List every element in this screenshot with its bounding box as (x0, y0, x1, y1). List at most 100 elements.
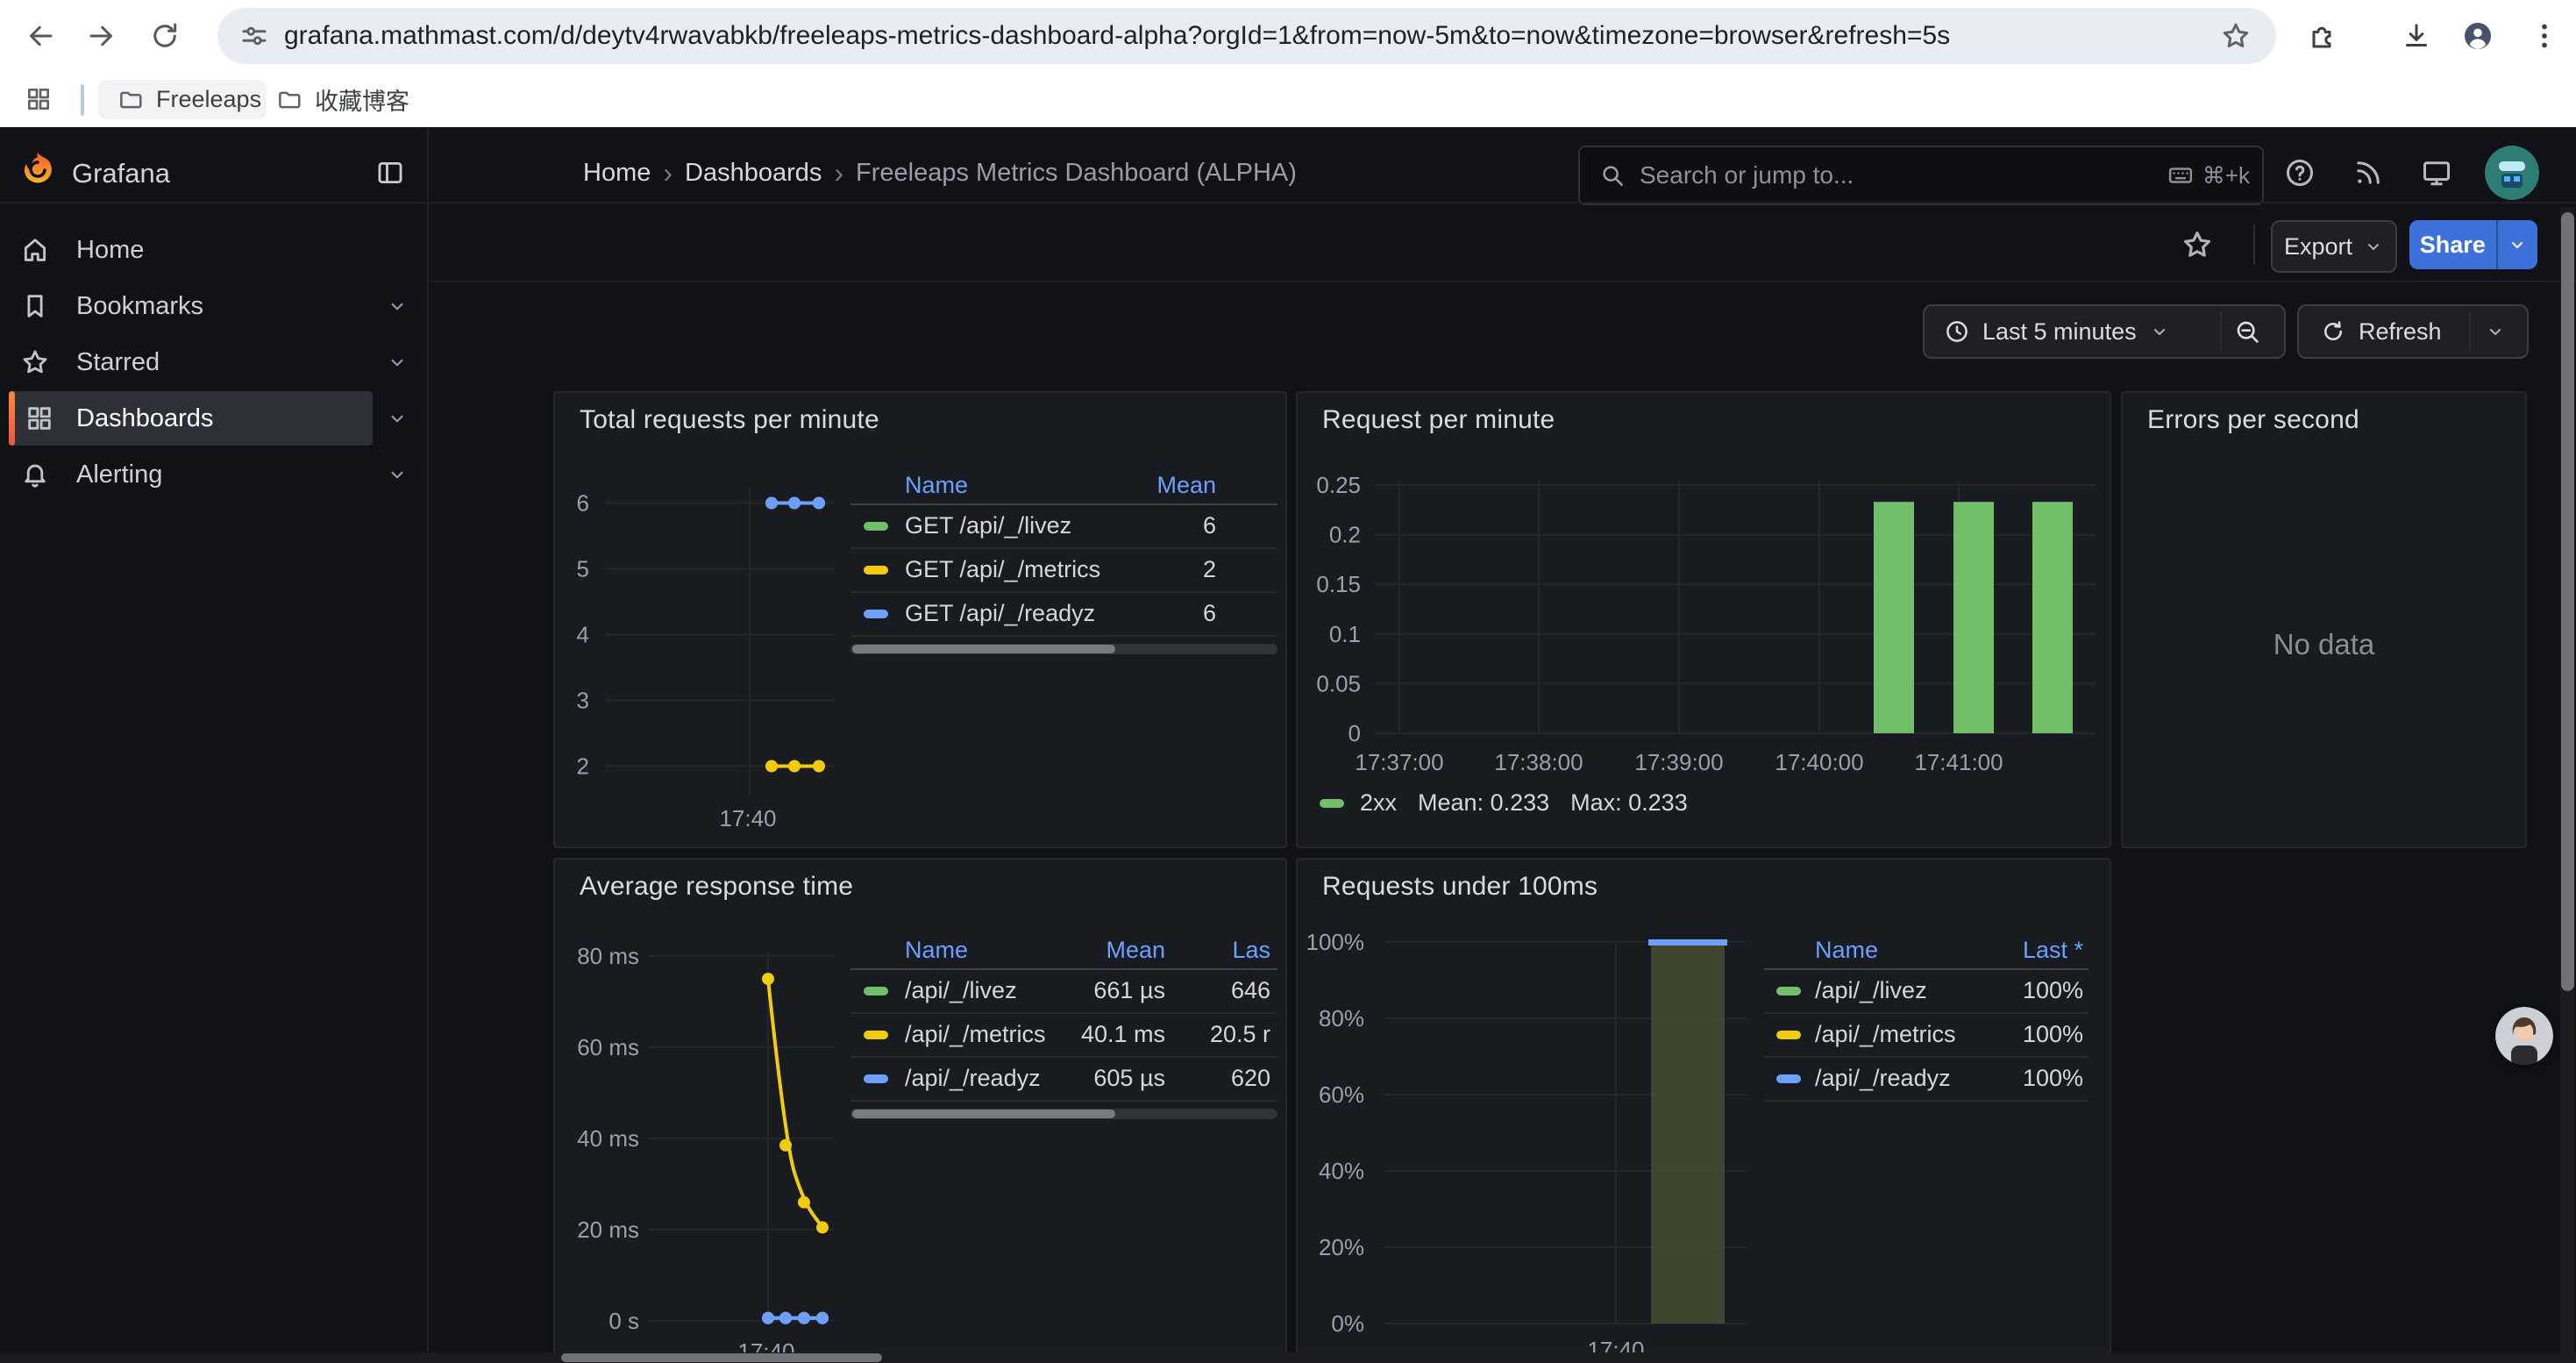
export-button[interactable]: Export (2271, 220, 2397, 273)
legend-col-last[interactable]: Last * (2023, 933, 2083, 967)
chevron-down-icon[interactable] (386, 407, 409, 430)
breadcrumb-dashboards[interactable]: Dashboards (685, 159, 822, 188)
panel-legend-table: Name Mean GET /api/_/livez 6 GET /api/_/… (850, 468, 1277, 654)
legend-col-name[interactable]: Name (905, 468, 968, 502)
series-name[interactable]: 2xx (1360, 789, 1397, 817)
legend-row[interactable]: GET /api/_/readyz 6 (850, 593, 1277, 637)
share-menu-button[interactable] (2496, 220, 2537, 269)
legend-row[interactable]: /api/_/readyz 605 µs 620 (850, 1058, 1277, 1102)
panel-title[interactable]: Total requests per minute (580, 405, 879, 435)
legend-scrollbar[interactable] (850, 1109, 1277, 1119)
tune-icon[interactable] (238, 20, 270, 52)
apps-grid-icon[interactable] (25, 85, 53, 113)
legend-row[interactable]: /api/_/metrics 40.1 ms 20.5 r (850, 1014, 1277, 1058)
legend-row[interactable]: /api/_/livez 100% (1764, 970, 2089, 1014)
series-mean: 6 (1203, 505, 1216, 546)
bookmark-item-blogs[interactable]: 收藏博客 (276, 80, 409, 119)
refresh-interval-dropdown[interactable] (2485, 321, 2506, 342)
sidebar-item-bookmarks[interactable]: Bookmarks (0, 278, 427, 334)
help-icon[interactable] (2284, 157, 2316, 189)
scrollbar-thumb[interactable] (852, 645, 1115, 653)
forward-icon[interactable] (86, 20, 117, 52)
sidebar-item-dashboards[interactable]: Dashboards (0, 390, 427, 446)
assistant-avatar-widget[interactable] (2495, 1007, 2553, 1065)
keyboard-icon (2167, 162, 2194, 189)
sidebar-item-home[interactable]: Home (0, 222, 427, 278)
horizontal-scrollbar-track[interactable] (0, 1352, 2576, 1363)
series-name[interactable]: GET /api/_/readyz (905, 593, 1095, 633)
download-icon[interactable] (2401, 20, 2432, 52)
vertical-scrollbar-thumb[interactable] (2561, 212, 2574, 991)
legend-col-name[interactable]: Name (1815, 933, 1878, 967)
legend-col-last[interactable]: Las (1232, 933, 1270, 967)
series-name[interactable]: /api/_/metrics (905, 1014, 1046, 1054)
time-range-picker[interactable]: Last 5 minutes (1925, 318, 2170, 346)
panel-title[interactable]: Average response time (580, 872, 853, 902)
home-icon (20, 235, 50, 265)
chevron-down-icon[interactable] (386, 295, 409, 318)
search-input[interactable]: Search or jump to... ⌘+k (1578, 146, 2264, 205)
brand-name[interactable]: Grafana (72, 158, 170, 189)
panel-title[interactable]: Errors per second (2147, 405, 2359, 435)
extensions-icon[interactable] (2306, 20, 2338, 52)
chevron-down-icon[interactable] (386, 351, 409, 374)
bookmark-star-icon[interactable] (2220, 20, 2252, 52)
sidebar-item-label: Alerting (76, 446, 162, 503)
sidebar-divider (427, 127, 429, 1363)
monitor-icon[interactable] (2421, 157, 2452, 189)
panel-legend[interactable]: 2xx Mean: 0.233 Max: 0.233 (1320, 789, 1688, 817)
search-icon (1599, 162, 1626, 189)
bookmark-label: Freeleaps (156, 86, 261, 113)
no-data-message: No data (2123, 628, 2525, 661)
horizontal-scrollbar-thumb[interactable] (561, 1353, 882, 1362)
reload-icon[interactable] (149, 20, 181, 52)
series-name[interactable]: GET /api/_/livez (905, 505, 1071, 546)
legend-row[interactable]: GET /api/_/livez 6 (850, 505, 1277, 549)
browser-toolbar: grafana.mathmast.com/d/deytv4rwavabkb/fr… (0, 0, 2576, 72)
scrollbar-thumb[interactable] (852, 1110, 1115, 1118)
legend-row[interactable]: GET /api/_/metrics 2 (850, 549, 1277, 593)
bookmark-item-freeleaps[interactable]: Freeleaps (98, 80, 267, 119)
share-button[interactable]: Share (2409, 220, 2496, 269)
export-label: Export (2284, 233, 2352, 260)
back-icon[interactable] (25, 20, 56, 52)
favorite-star-icon[interactable] (2181, 228, 2214, 261)
refresh-button[interactable]: Refresh (2299, 318, 2442, 346)
panel-toggle-icon[interactable] (375, 158, 405, 188)
series-name[interactable]: /api/_/livez (905, 970, 1017, 1010)
legend-row[interactable]: /api/_/metrics 100% (1764, 1014, 2089, 1058)
series-mean: 605 µs (1093, 1058, 1165, 1098)
active-item-accent (9, 391, 15, 446)
rss-icon[interactable] (2352, 157, 2384, 189)
url-text[interactable]: grafana.mathmast.com/d/deytv4rwavabkb/fr… (284, 21, 2213, 51)
panel-title[interactable]: Request per minute (1322, 405, 1555, 435)
user-avatar[interactable] (2485, 146, 2539, 200)
breadcrumb-home[interactable]: Home (583, 159, 651, 188)
legend-col-mean[interactable]: Mean (1156, 468, 1216, 502)
series-swatch (1320, 799, 1344, 808)
series-name[interactable]: /api/_/readyz (1815, 1058, 1951, 1098)
series-name[interactable]: /api/_/livez (1815, 970, 1927, 1010)
series-swatch (864, 987, 888, 995)
legend-row[interactable]: /api/_/livez 661 µs 646 (850, 970, 1277, 1014)
menu-dots-icon[interactable] (2529, 20, 2560, 56)
star-icon (20, 347, 50, 377)
grafana-logo-icon[interactable] (19, 151, 56, 194)
series-name[interactable]: /api/_/readyz (905, 1058, 1041, 1098)
url-bar[interactable]: grafana.mathmast.com/d/deytv4rwavabkb/fr… (217, 8, 2276, 64)
sidebar-item-alerting[interactable]: Alerting (0, 446, 427, 503)
panel-title[interactable]: Requests under 100ms (1322, 872, 1598, 902)
legend-row[interactable]: /api/_/readyz 100% (1764, 1058, 2089, 1102)
profile-avatar-icon[interactable] (2462, 20, 2494, 56)
series-name[interactable]: GET /api/_/metrics (905, 549, 1100, 589)
sidebar-item-starred[interactable]: Starred (0, 334, 427, 390)
series-name[interactable]: /api/_/metrics (1815, 1014, 1956, 1054)
legend-scrollbar[interactable] (850, 644, 1277, 654)
series-swatch (1776, 1074, 1801, 1083)
chevron-down-icon[interactable] (386, 463, 409, 486)
panel-legend-table: Name Last * /api/_/livez 100% /api/_/met… (1764, 933, 2089, 1102)
legend-col-mean[interactable]: Mean (1106, 933, 1165, 967)
zoom-out-icon[interactable] (2233, 318, 2261, 346)
sidebar-item-label: Bookmarks (76, 278, 203, 334)
legend-col-name[interactable]: Name (905, 933, 968, 967)
